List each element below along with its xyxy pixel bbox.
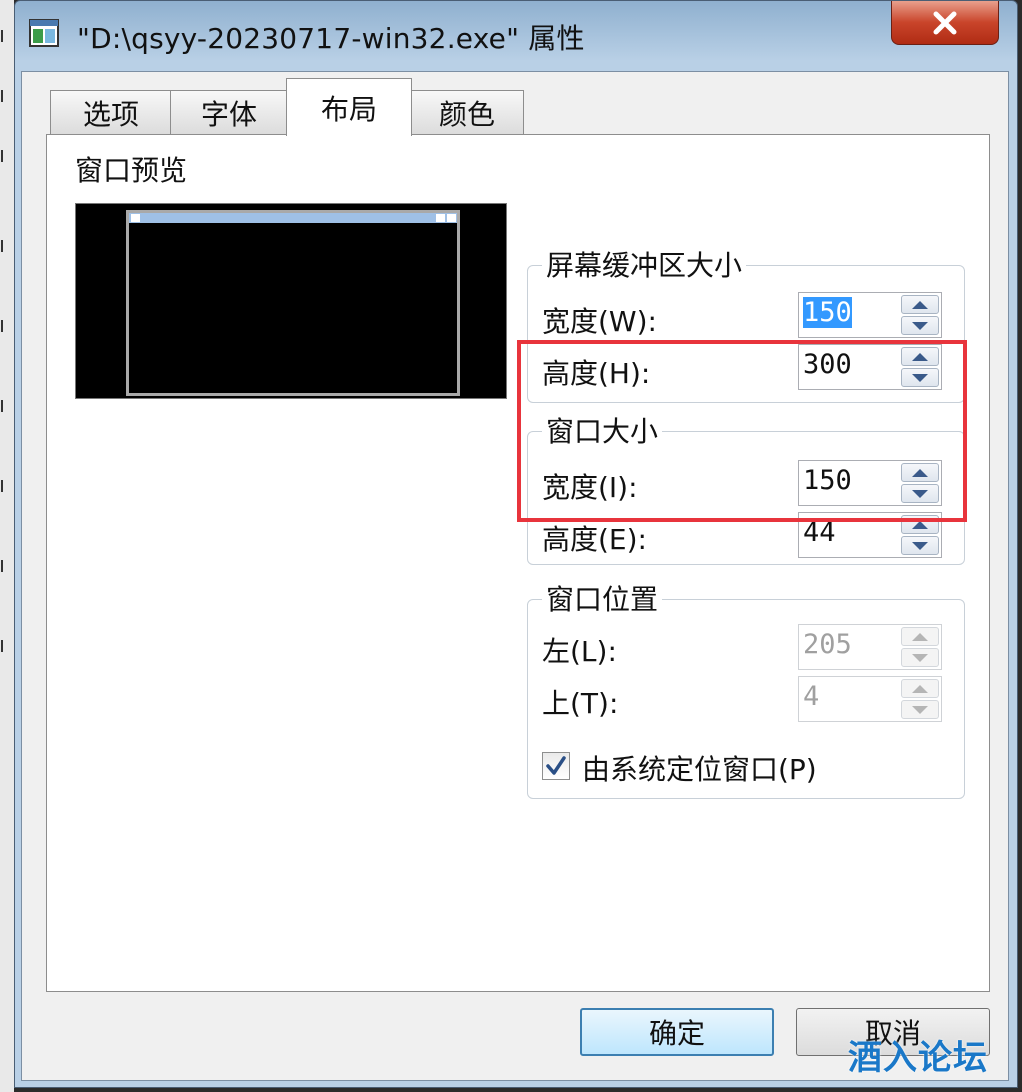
properties-dialog: "D:\qsyy-20230717-win32.exe" 属性 选项 字体 布局… (14, 0, 1018, 1088)
buffer-width-down-button[interactable] (901, 316, 939, 335)
down-arrow-icon (912, 541, 928, 550)
close-button[interactable] (891, 1, 999, 45)
buffer-width-input[interactable]: 150 (803, 297, 852, 328)
preview-window-frame (126, 210, 460, 396)
tab-layout[interactable]: 布局 (286, 78, 412, 136)
window-position-title: 窗口位置 (542, 578, 663, 618)
background-app-strip (0, 0, 14, 1092)
position-left-label: 左(L): (542, 635, 617, 668)
position-top-input: 4 (803, 681, 820, 712)
dialog-client-area: 选项 字体 布局 颜色 窗口预览 屏幕缓冲区大小 宽度(W): 150 高度(H… (21, 71, 1009, 1081)
down-arrow-icon (912, 653, 928, 662)
tab-font[interactable]: 字体 (170, 90, 288, 134)
position-top-label: 上(T): (542, 687, 619, 720)
buffer-size-title: 屏幕缓冲区大小 (542, 244, 747, 284)
position-top-stepper: 4 (798, 676, 942, 722)
position-left-down-button (901, 648, 939, 667)
window-height-down-button[interactable] (901, 536, 939, 555)
watermark-logo: 酒入论坛 (848, 1038, 988, 1078)
system-position-label[interactable]: 由系统定位窗口(P) (582, 748, 817, 788)
window-position-group: 窗口位置 左(L): 205 上(T): 4 由系统定位窗口(P) (527, 578, 965, 799)
up-arrow-icon (912, 684, 928, 693)
preview-close-icon (447, 214, 456, 222)
position-top-down-button (901, 700, 939, 719)
tab-colors[interactable]: 颜色 (410, 90, 524, 134)
title-bar[interactable]: "D:\qsyy-20230717-win32.exe" 属性 (15, 1, 1017, 67)
checkmark-icon (546, 756, 566, 775)
down-arrow-icon (912, 321, 928, 330)
position-left-stepper: 205 (798, 624, 942, 670)
tab-options[interactable]: 选项 (50, 90, 172, 134)
buffer-width-label: 宽度(W): (542, 305, 657, 338)
position-left-input: 205 (803, 629, 852, 660)
position-top-up-button (901, 679, 939, 698)
up-arrow-icon (912, 632, 928, 641)
buffer-width-up-button[interactable] (901, 295, 939, 314)
position-left-up-button (901, 627, 939, 646)
ok-button[interactable]: 确定 (580, 1008, 774, 1056)
down-arrow-icon (912, 705, 928, 714)
preview-min-icon (436, 214, 445, 222)
up-arrow-icon (912, 300, 928, 309)
layout-tab-panel: 窗口预览 屏幕缓冲区大小 宽度(W): 150 高度(H): 300 窗口大小 … (46, 134, 990, 992)
preview-label: 窗口预览 (75, 154, 188, 187)
close-icon (933, 11, 957, 34)
annotation-highlight-box (517, 340, 967, 522)
window-title: "D:\qsyy-20230717-win32.exe" 属性 (77, 22, 585, 55)
console-app-icon (29, 19, 59, 47)
system-position-checkbox[interactable] (542, 752, 570, 780)
window-height-label: 高度(E): (542, 523, 647, 556)
preview-titlebar (129, 213, 457, 223)
buffer-width-stepper[interactable]: 150 (798, 292, 942, 338)
window-preview (75, 203, 507, 399)
preview-icon (131, 214, 140, 222)
